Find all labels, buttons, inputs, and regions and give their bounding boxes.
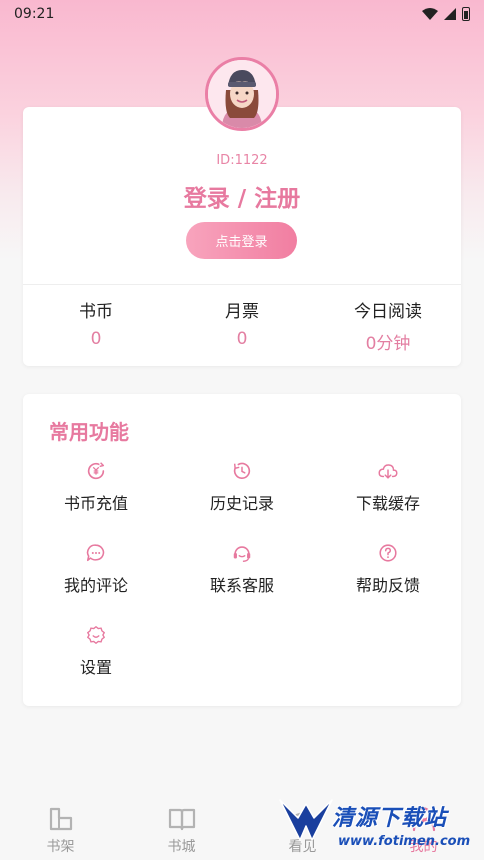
- function-coin-recharge[interactable]: 书币充值: [23, 454, 169, 536]
- signal-icon: [444, 8, 456, 20]
- nav-bookshelf[interactable]: 书架: [0, 790, 121, 860]
- function-grid: 书币充值 历史记录 下载缓存 我的评论 联系客服 帮助反馈 设置: [23, 454, 461, 700]
- function-help-feedback[interactable]: 帮助反馈: [315, 536, 461, 618]
- coin-icon: [87, 462, 105, 480]
- function-label: 我的评论: [63, 576, 128, 595]
- bookshelf-icon: [49, 807, 72, 831]
- common-functions-card: 常用功能 书币充值 历史记录 下载缓存 我的评论 联系客服 帮助反馈 设置: [23, 394, 461, 706]
- stat-label: 书币: [79, 302, 113, 322]
- function-label: 帮助反馈: [355, 576, 420, 595]
- function-label: 联系客服: [209, 576, 274, 595]
- user-id: ID:1122: [216, 153, 268, 168]
- stat-value: 0分钟: [365, 334, 411, 354]
- function-settings[interactable]: 设置: [23, 618, 169, 700]
- stat-value: 0: [236, 329, 248, 349]
- watermark-text: 清源下载站: [332, 806, 448, 831]
- stat-monthly-tickets[interactable]: 月票 0: [169, 297, 315, 354]
- help-icon: [379, 544, 397, 562]
- status-bar: 09:21: [0, 0, 484, 28]
- clock-icon: [233, 462, 251, 479]
- nav-label: 书架: [46, 839, 75, 855]
- cloud-download-icon: [378, 464, 398, 479]
- function-label: 下载缓存: [355, 494, 420, 513]
- wifi-icon: [422, 8, 438, 20]
- stat-coins[interactable]: 书币 0: [23, 297, 169, 354]
- login-button[interactable]: 点击登录: [186, 222, 297, 259]
- nav-bookstore[interactable]: 书城: [121, 790, 242, 860]
- settings-icon: [87, 626, 105, 644]
- function-label: 历史记录: [209, 494, 274, 513]
- headset-icon: [233, 546, 251, 562]
- function-label: 书币充值: [63, 494, 128, 513]
- watermark: 清源下载站 www.fotimen.com: [276, 794, 476, 858]
- profile-card: ID:1122 登录 / 注册 点击登录 书币 0 月票 0 今日阅读 0分钟: [23, 107, 461, 366]
- stat-value: 0: [90, 329, 102, 349]
- comment-icon: [86, 544, 105, 562]
- function-history[interactable]: 历史记录: [169, 454, 315, 536]
- stat-label: 月票: [225, 302, 259, 322]
- section-title: 常用功能: [49, 420, 129, 444]
- function-my-comments[interactable]: 我的评论: [23, 536, 169, 618]
- function-contact-service[interactable]: 联系客服: [169, 536, 315, 618]
- divider: [23, 284, 461, 285]
- status-icons: [422, 7, 470, 21]
- battery-icon: [462, 7, 470, 21]
- stats-row: 书币 0 月票 0 今日阅读 0分钟: [23, 297, 461, 354]
- login-register-title[interactable]: 登录 / 注册: [23, 179, 461, 213]
- nav-label: 书城: [167, 839, 196, 855]
- watermark-logo-icon: [279, 799, 333, 841]
- avatar-illustration: [208, 60, 276, 128]
- watermark-url: www.fotimen.com: [338, 834, 471, 849]
- function-download-cache[interactable]: 下载缓存: [315, 454, 461, 536]
- stat-today-reading[interactable]: 今日阅读 0分钟: [315, 297, 461, 354]
- function-label: 设置: [79, 658, 112, 677]
- stat-label: 今日阅读: [354, 302, 422, 322]
- avatar[interactable]: [205, 57, 279, 131]
- book-icon: [168, 808, 195, 831]
- status-time: 09:21: [14, 6, 55, 22]
